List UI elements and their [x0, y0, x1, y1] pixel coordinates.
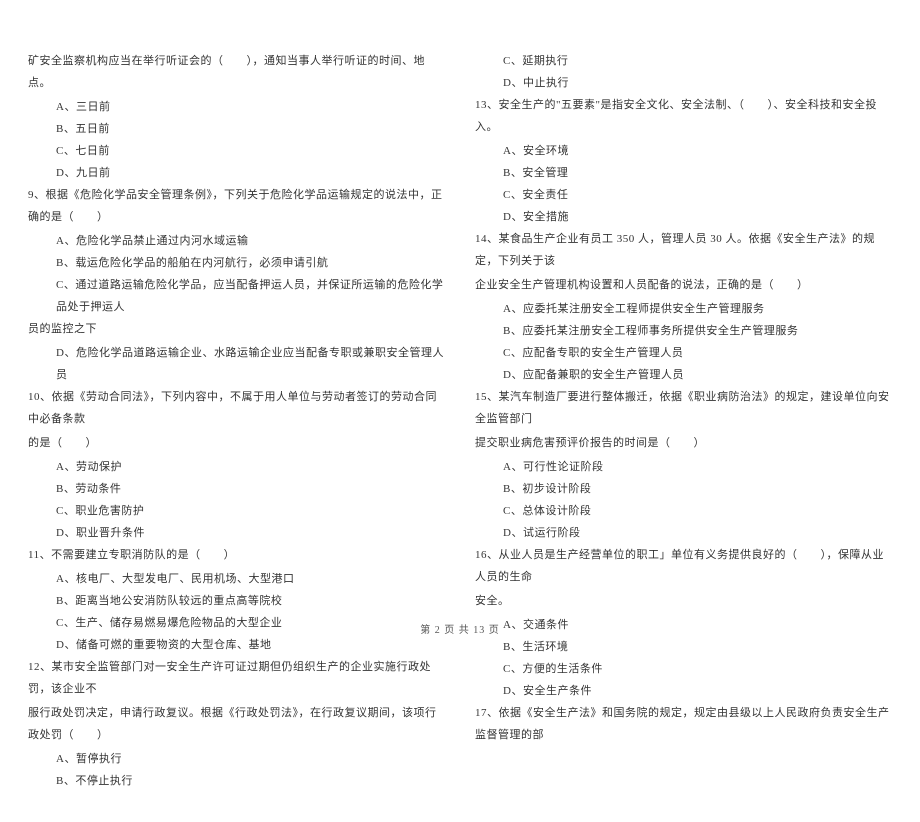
page-footer: 第 2 页 共 13 页: [0, 621, 920, 636]
q16-opt-b: B、生活环境: [475, 636, 892, 658]
q14-stem-line1: 14、某食品生产企业有员工 350 人，管理人员 30 人。依据《安全生产法》的…: [475, 228, 892, 272]
q11-opt-b: B、距离当地公安消防队较远的重点高等院校: [28, 590, 445, 612]
q9-opt-c-tail: 员的监控之下: [28, 318, 445, 340]
q13-opt-a: A、安全环境: [475, 140, 892, 162]
q12-opt-d: D、中止执行: [475, 72, 892, 94]
q14-opt-a: A、应委托某注册安全工程师提供安全生产管理服务: [475, 298, 892, 320]
q8-opt-b: B、五日前: [28, 118, 445, 140]
q14-stem-line2: 企业安全生产管理机构设置和人员配备的说法，正确的是（ ）: [475, 274, 892, 296]
q8-stem-tail: 矿安全监察机构应当在举行听证会的（ ），通知当事人举行听证的时间、地点。: [28, 50, 445, 94]
q10-opt-c: C、职业危害防护: [28, 500, 445, 522]
q8-opt-a: A、三日前: [28, 96, 445, 118]
q12-stem-line1: 12、某市安全监管部门对一安全生产许可证过期但仍组织生产的企业实施行政处罚，该企…: [28, 656, 445, 700]
q16-opt-d: D、安全生产条件: [475, 680, 892, 702]
q12-opt-b: B、不停止执行: [28, 770, 445, 792]
q15-stem-line2: 提交职业病危害预评价报告的时间是（ ）: [475, 432, 892, 454]
left-column: 矿安全监察机构应当在举行听证会的（ ），通知当事人举行听证的时间、地点。 A、三…: [28, 50, 445, 792]
q13-stem: 13、安全生产的"五要素"是指安全文化、安全法制、（ ）、安全科技和安全投入。: [475, 94, 892, 138]
q9-opt-c: C、通过道路运输危险化学品，应当配备押运人员，并保证所运输的危险化学品处于押运人: [28, 274, 445, 318]
q15-opt-d: D、试运行阶段: [475, 522, 892, 544]
q13-opt-d: D、安全措施: [475, 206, 892, 228]
q15-opt-b: B、初步设计阶段: [475, 478, 892, 500]
q15-stem-line1: 15、某汽车制造厂要进行整体搬迁，依据《职业病防治法》的规定，建设单位向安全监管…: [475, 386, 892, 430]
q14-opt-c: C、应配备专职的安全生产管理人员: [475, 342, 892, 364]
q12-opt-c: C、延期执行: [475, 50, 892, 72]
q12-opt-a: A、暂停执行: [28, 748, 445, 770]
q16-opt-c: C、方便的生活条件: [475, 658, 892, 680]
q10-stem-tail: 的是（ ）: [28, 432, 445, 454]
q11-opt-a: A、核电厂、大型发电厂、民用机场、大型港口: [28, 568, 445, 590]
q11-stem: 11、不需要建立专职消防队的是（ ）: [28, 544, 445, 566]
q10-opt-b: B、劳动条件: [28, 478, 445, 500]
q9-opt-a: A、危险化学品禁止通过内河水域运输: [28, 230, 445, 252]
q16-stem-line2: 安全。: [475, 590, 892, 612]
page-body: 矿安全监察机构应当在举行听证会的（ ），通知当事人举行听证的时间、地点。 A、三…: [0, 0, 920, 822]
q8-opt-c: C、七日前: [28, 140, 445, 162]
q10-opt-d: D、职业晋升条件: [28, 522, 445, 544]
q14-opt-b: B、应委托某注册安全工程师事务所提供安全生产管理服务: [475, 320, 892, 342]
q15-opt-c: C、总体设计阶段: [475, 500, 892, 522]
q16-stem-line1: 16、从业人员是生产经营单位的职工」单位有义务提供良好的（ ），保障从业人员的生…: [475, 544, 892, 588]
q8-opt-d: D、九日前: [28, 162, 445, 184]
q9-stem: 9、根据《危险化学品安全管理条例》，下列关于危险化学品运输规定的说法中，正确的是…: [28, 184, 445, 228]
q9-opt-d: D、危险化学品道路运输企业、水路运输企业应当配备专职或兼职安全管理人员: [28, 342, 445, 386]
q15-opt-a: A、可行性论证阶段: [475, 456, 892, 478]
q17-stem: 17、依据《安全生产法》和国务院的规定，规定由县级以上人民政府负责安全生产监督管…: [475, 702, 892, 746]
q13-opt-b: B、安全管理: [475, 162, 892, 184]
q13-opt-c: C、安全责任: [475, 184, 892, 206]
right-column: C、延期执行 D、中止执行 13、安全生产的"五要素"是指安全文化、安全法制、（…: [475, 50, 892, 792]
q11-opt-d: D、储备可燃的重要物资的大型仓库、基地: [28, 634, 445, 656]
q10-stem: 10、依据《劳动合同法》，下列内容中，不属于用人单位与劳动者签订的劳动合同中必备…: [28, 386, 445, 430]
q10-opt-a: A、劳动保护: [28, 456, 445, 478]
q9-opt-b: B、载运危险化学品的船舶在内河航行，必须申请引航: [28, 252, 445, 274]
q12-stem-line2: 服行政处罚决定，申请行政复议。根据《行政处罚法》，在行政复议期间，该项行政处罚（…: [28, 702, 445, 746]
q14-opt-d: D、应配备兼职的安全生产管理人员: [475, 364, 892, 386]
